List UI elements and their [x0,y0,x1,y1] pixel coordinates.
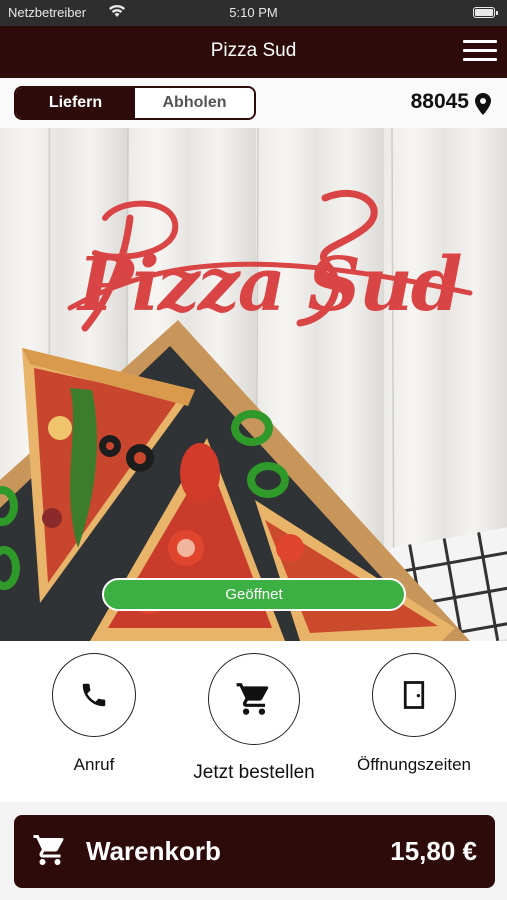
open-status-badge: Geöffnet [102,578,406,611]
logo-text: Pizza Sud [76,242,462,328]
call-button[interactable]: Anruf [51,653,137,775]
quick-actions: Anruf Jetzt bestellen Öffnungszeiten [0,641,507,802]
location-pin-icon[interactable] [475,93,491,115]
cart-button[interactable]: Warenkorb 15,80 € [14,815,495,888]
opening-hours-button[interactable]: Öffnungszeiten [350,653,478,775]
order-now-label: Jetzt bestellen [193,762,315,783]
order-mode-toggle: Liefern Abholen [14,86,256,120]
cart-icon [236,683,269,715]
order-now-circle[interactable] [208,653,300,745]
status-bar: Netzbetreiber 5:10 PM [0,0,507,26]
tab-deliver[interactable]: Liefern [16,88,135,118]
tab-pickup[interactable]: Abholen [135,88,254,118]
opening-hours-label: Öffnungszeiten [356,755,472,774]
hamburger-menu-icon[interactable] [463,40,497,64]
shopping-cart-icon [33,835,64,865]
zip-code[interactable]: 88045 [411,90,469,114]
nav-bar: Pizza Sud [0,26,507,78]
door-icon [403,681,425,709]
phone-icon [82,683,106,707]
clock: 5:10 PM [229,5,278,20]
opening-hours-circle[interactable] [372,653,456,737]
cart-label: Warenkorb [86,836,221,866]
cart-total: 15,80 € [390,836,477,866]
call-circle[interactable] [52,653,136,737]
hero-image: Pizza Sud [0,128,507,641]
order-mode-bar: Liefern Abholen 88045 [0,78,507,128]
page-title: Pizza Sud [210,40,297,61]
order-now-button[interactable]: Jetzt bestellen [180,653,328,784]
battery-icon [473,7,498,18]
call-label: Anruf [73,755,115,774]
